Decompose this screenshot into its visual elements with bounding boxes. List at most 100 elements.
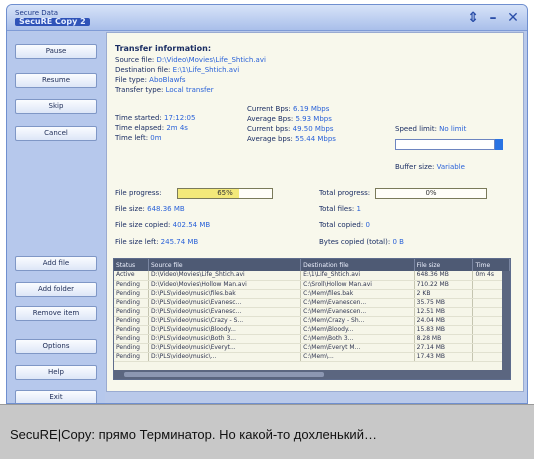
cell: D:\PLS\video\music\Everyt... (148, 343, 302, 353)
file-size-row: File size: 648.36 MB (115, 205, 185, 214)
table-row[interactable]: Active D:\Video\Movies\Life_Shtich.avi E:\… (114, 271, 510, 281)
total-progress-text: 0% (425, 189, 437, 197)
cell: D:\Video\Movies\Hollow Man.avi (148, 280, 302, 290)
cell: C:\Sroll\Hollow Man.avi (300, 280, 415, 290)
transfer-type-row: Transfer type: Local transfer (115, 86, 214, 95)
speed-slider-handle[interactable] (495, 139, 503, 150)
pause-button[interactable]: Pause (15, 44, 97, 59)
time-started-row: Time started: 17:12:05 (115, 114, 195, 123)
table-row[interactable]: Pending D:\PLS\video\music\Crazy - S... C:… (114, 316, 510, 326)
column-header-source[interactable]: Source file (148, 259, 302, 271)
table-row[interactable]: Pending D:\PLS\video\music\Both 3... C:\Me… (114, 334, 510, 344)
cell: C:\Mem\Evanescen... (300, 298, 415, 308)
skip-button[interactable]: Skip (15, 99, 97, 114)
cell: 27.14 MB (414, 343, 474, 353)
current-bps-row: Current Bps: 6.19 Mbps (247, 105, 329, 114)
table-row[interactable]: Pending D:\PLS\video\music\Evanesc... C:\M… (114, 298, 510, 308)
average-bits-value: 55.44 Mbps (295, 135, 336, 143)
time-started-value: 17:12:05 (164, 114, 196, 122)
average-bps-label: Average Bps: (247, 115, 294, 123)
speed-limit-value: No limit (439, 125, 467, 133)
table-row[interactable]: Pending D:\PLS\video\music\Everyt... C:\Me… (114, 343, 510, 353)
table-row[interactable]: Pending D:\PLS\video\music\Evanesc... C:\M… (114, 307, 510, 317)
scrollbar-thumb[interactable] (124, 372, 324, 377)
table-row[interactable]: Pending D:\PLS\video\music\Bloody... C:\Me… (114, 325, 510, 335)
cell: D:\PLS\video\music\Bloody... (148, 325, 302, 335)
file-progress-bar: 65% (177, 188, 273, 199)
transfer-heading: Transfer information: (115, 44, 212, 53)
resize-icon[interactable]: ⇕ (465, 10, 481, 26)
speed-limit-row: Speed limit: No limit (395, 125, 466, 134)
time-left-value: 0m (150, 134, 162, 142)
cell: 2 KB (414, 289, 474, 299)
cell: E:\1\Life_Shtich.avi (300, 271, 415, 281)
file-copied-label: File size copied: (115, 221, 171, 229)
bytes-copied-row: Bytes copied (total): 0 B (319, 238, 404, 247)
time-left-row: Time left: 0m (115, 134, 162, 143)
column-header-time[interactable]: Time (472, 259, 510, 271)
cell: D:\PLS\video\music\Evanesc... (148, 307, 302, 317)
cell: Pending (114, 289, 149, 299)
file-progress-label: File progress: (115, 189, 162, 197)
add-folder-button[interactable]: Add folder (15, 282, 97, 297)
minimize-icon[interactable]: – (485, 10, 501, 26)
time-started-label: Time started: (115, 114, 162, 122)
time-left-label: Time left: (115, 134, 149, 142)
average-bits-row: Average bps: 55.44 Mbps (247, 135, 336, 144)
cell: C:\Mem\Evanescen... (300, 307, 415, 317)
source-file-row: Source file: D:\Video\Movies\Life_Shtich… (115, 56, 266, 65)
add-file-button[interactable]: Add file (15, 256, 97, 271)
column-header-size[interactable]: File size (414, 259, 474, 271)
table-horizontal-scrollbar[interactable] (114, 370, 510, 379)
window-title: Secure Data SecuRE Copy 2 (15, 9, 90, 26)
speed-limit-label: Speed limit: (395, 125, 437, 133)
transfer-panel: Transfer information: Source file: D:\Vi… (106, 32, 524, 392)
dest-label: Destination file: (115, 66, 171, 74)
cell: Pending (114, 298, 149, 308)
title-bar[interactable]: Secure Data SecuRE Copy 2 ⇕ – ✕ (7, 5, 527, 31)
cancel-button[interactable]: Cancel (15, 126, 97, 141)
cell: 648.36 MB (414, 271, 474, 281)
file-copied-value: 402.54 MB (172, 221, 211, 229)
total-files-value: 1 (356, 205, 361, 213)
caption-text: SecuRE|Copy: прямо Терминатор. Но какой-… (10, 427, 377, 442)
total-copied-row: Total copied: 0 (319, 221, 370, 230)
bytes-copied-value: 0 B (392, 238, 404, 246)
dest-file-row: Destination file: E:\1\Life_Shtich.avi (115, 66, 239, 75)
file-queue-table[interactable]: Status Source file Destination file File… (113, 258, 511, 380)
cell: Active (114, 271, 149, 281)
screenshot-caption: SecuRE|Copy: прямо Терминатор. Но какой-… (0, 404, 534, 459)
exit-button[interactable]: Exit (15, 390, 97, 403)
transfer-type-value: Local transfer (165, 86, 214, 94)
cell: Pending (114, 343, 149, 353)
column-header-destination[interactable]: Destination file (300, 259, 415, 271)
table-row[interactable]: Pending D:\PLS\video\music\files.bak C:\Me… (114, 289, 510, 299)
cell: Pending (114, 352, 149, 362)
total-copied-value: 0 (365, 221, 370, 229)
remove-item-button[interactable]: Remove item (15, 306, 97, 321)
speed-limit-slider[interactable] (395, 139, 495, 150)
file-left-value: 245.74 MB (160, 238, 199, 246)
bytes-copied-label: Bytes copied (total): (319, 238, 391, 246)
app-name: SecuRE Copy 2 (15, 18, 90, 26)
close-icon[interactable]: ✕ (505, 10, 521, 26)
cell: D:\PLS\video\music\files.bak (148, 289, 302, 299)
cell: C:\Mem\files.bak (300, 289, 415, 299)
table-row[interactable]: Pending D:\Video\Movies\Hollow Man.avi C:\… (114, 280, 510, 290)
cell: 710.22 MB (414, 280, 474, 290)
column-header-status[interactable]: Status (114, 259, 149, 271)
file-size-value: 648.36 MB (147, 205, 185, 213)
title-small: Secure Data (15, 9, 59, 17)
current-bps-label: Current Bps: (247, 105, 291, 113)
options-button[interactable]: Options (15, 339, 97, 354)
current-bits-label: Current bps: (247, 125, 291, 133)
total-progress-bar: 0% (375, 188, 487, 199)
resume-button[interactable]: Resume (15, 73, 97, 88)
table-row[interactable]: Pending D:\PLS\video\music\... C:\Mem\... 1… (114, 352, 510, 362)
cell: D:\PLS\video\music\Evanesc... (148, 298, 302, 308)
table-vertical-scrollbar[interactable] (502, 271, 510, 372)
file-type-row: File type: AboBlawfs (115, 76, 186, 85)
help-button[interactable]: Help (15, 365, 97, 380)
table-header-row: Status Source file Destination file File… (114, 259, 510, 271)
source-label: Source file: (115, 56, 155, 64)
